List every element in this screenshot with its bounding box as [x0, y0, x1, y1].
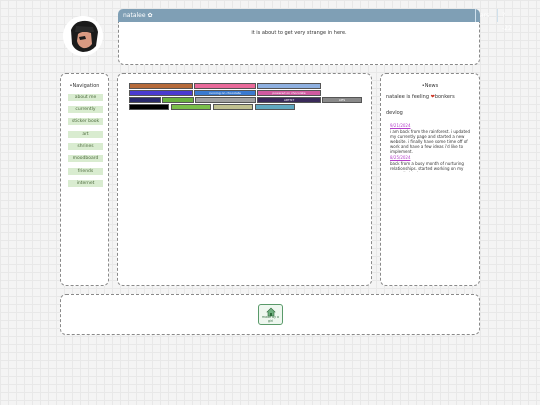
web-button[interactable] — [129, 97, 161, 103]
status-panel: it is about to get very strange in here. — [118, 22, 480, 65]
nav-item-moodboard[interactable]: moodboard — [68, 155, 103, 162]
web-button[interactable] — [171, 104, 211, 110]
web-button[interactable]: ARTIST — [257, 97, 321, 103]
footer-panel: made by a girl — [60, 294, 480, 335]
web-button[interactable] — [195, 97, 256, 103]
header-divider — [497, 9, 498, 22]
avatar-image — [63, 16, 103, 56]
site-owner-name: natalee ✿ — [123, 9, 153, 22]
avatar — [63, 16, 103, 56]
nav-item-internet[interactable]: internet — [68, 180, 103, 187]
nav-item-friends[interactable]: friends — [68, 168, 103, 175]
nav-item-currently[interactable]: currently — [68, 106, 103, 113]
header-divider — [475, 9, 476, 22]
navigation-panel: •Navigation about me currently sticker b… — [60, 73, 109, 286]
header-bar: natalee ✿ ars ?-22 — [118, 9, 512, 32]
web-button[interactable] — [162, 97, 194, 103]
header-field-1: ars — [480, 12, 490, 19]
nav-item-about-me[interactable]: about me — [68, 94, 103, 101]
status-message: it is about to get very strange in here. — [251, 30, 347, 36]
owner-name-text: natalee — [123, 12, 146, 19]
navigation-title: •Navigation — [69, 83, 100, 89]
web-button[interactable]: running on chocolate — [194, 90, 256, 96]
web-button[interactable]: LIES — [322, 97, 362, 103]
web-button[interactable] — [194, 83, 256, 89]
news-title: •News — [421, 83, 439, 89]
header-field-2: ?-22 — [502, 12, 512, 32]
nav-item-shrines[interactable]: shrines — [68, 143, 103, 150]
main-panel: running on chocolate powered on chocolat… — [117, 73, 372, 286]
nav-item-art[interactable]: art — [68, 131, 103, 138]
devlog-date[interactable]: 8/25/2024 — [390, 155, 411, 160]
devlog-entry: i am back from the rainforest. i updated… — [390, 129, 471, 154]
mood-prefix: natalee is feeling — [386, 94, 430, 100]
nav-item-sticker-book[interactable]: sticker book — [68, 118, 103, 125]
web-button[interactable] — [129, 104, 169, 110]
web-button[interactable] — [129, 83, 193, 89]
mood-status: natalee is feeling ❤bonkers — [386, 94, 455, 100]
web-button[interactable]: powered on chocolate — [257, 90, 321, 96]
made-by-label: made by a girl — [262, 315, 279, 323]
news-panel: •News natalee is feeling ❤bonkers devlog… — [380, 73, 480, 286]
devlog-label: devlog — [386, 110, 403, 116]
mood-value: bonkers — [434, 94, 455, 100]
devlog-entry: back from a busy month of nurturing rela… — [390, 161, 464, 172]
devlog-date[interactable]: 9/21/2024 — [390, 123, 411, 128]
web-button[interactable] — [257, 83, 321, 89]
web-button[interactable] — [129, 90, 193, 96]
flower-icon: ✿ — [147, 12, 153, 19]
web-button[interactable] — [255, 104, 295, 110]
made-by-badge[interactable]: made by a girl — [258, 304, 283, 325]
web-button[interactable] — [213, 104, 253, 110]
